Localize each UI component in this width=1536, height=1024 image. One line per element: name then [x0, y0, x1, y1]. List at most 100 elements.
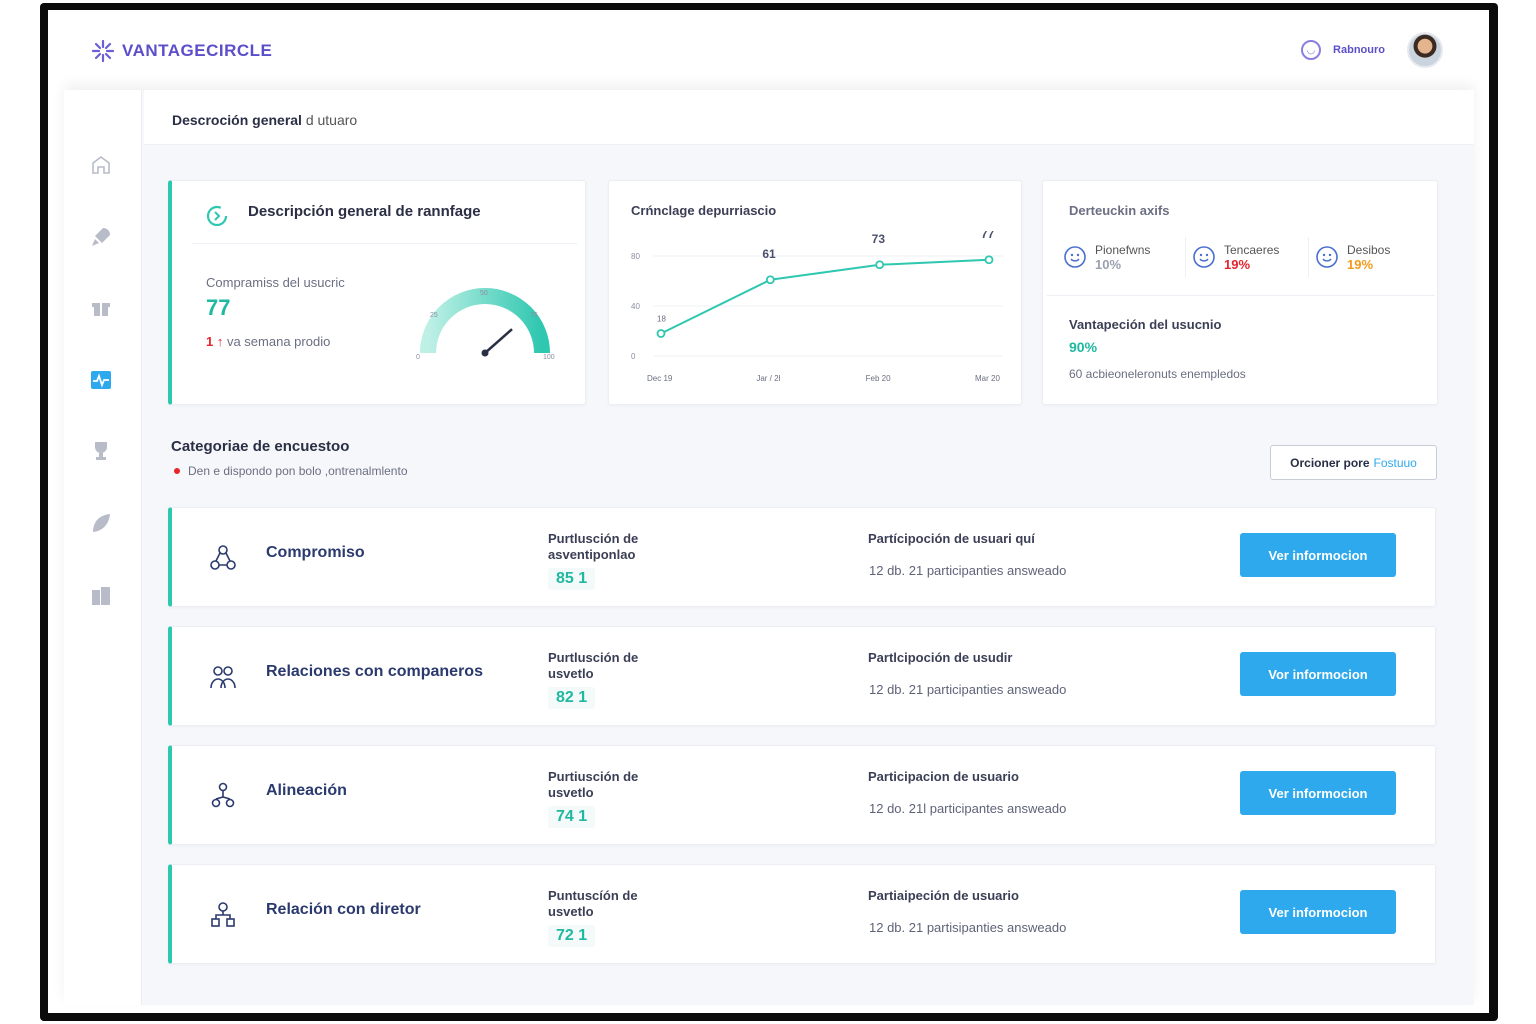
data-label: 77 — [981, 231, 995, 241]
user-menu[interactable]: ◡ Rabnouro — [1301, 32, 1443, 68]
score-value: 72 1 — [548, 925, 596, 947]
category-name: Compromiso — [266, 544, 365, 561]
alignment-icon — [206, 779, 240, 813]
engagement-value: 77 — [206, 295, 231, 320]
data-label: 73 — [872, 232, 886, 246]
peers-icon — [206, 660, 240, 694]
change-prefix: 1 ↑ — [206, 334, 224, 349]
sort-value: Fostuuo — [1373, 455, 1417, 470]
data-point — [656, 329, 666, 338]
score-value: 82 1 — [548, 687, 596, 709]
category-name: Relación con diretor — [266, 901, 421, 918]
sentiment-value: 10% — [1095, 256, 1122, 272]
screen: VANTAGECIRCLE ◡ Rabnouro Descroción gene… — [48, 10, 1489, 1013]
participation-value: 12 db. 21 partisipanties answeado — [869, 920, 1067, 935]
pulse-icon[interactable] — [88, 367, 114, 393]
survey-row: Relaciones con companeros Purtlusción de … — [168, 626, 1436, 726]
participation-value: 12 db. 21 participanties answeado — [869, 682, 1067, 697]
trend-chart: 80 40 0 18 Dec 19 61 Jar / 2l 73 Feb 20 77 Mar 20 — [631, 231, 1003, 383]
participation-value: 12 db. 21 participanties answeado — [869, 563, 1067, 578]
trend-card: Crńnclage depurriascio 80 40 0 18 Dec 19 61 Ja… — [608, 180, 1022, 405]
survey-row: Alineación Purtiusción de usvetlo 74 1 Part… — [168, 745, 1436, 845]
leaf-icon[interactable] — [88, 510, 114, 536]
data-label: 61 — [762, 247, 776, 261]
sentiment-text: Pionefwns 10% — [1095, 243, 1150, 272]
trend-title: Crńnclage depurriascio — [631, 203, 777, 218]
sentiment-text: Tencaeres 19% — [1224, 243, 1279, 272]
sentiment-item: Pionefwns 10% — [1063, 237, 1186, 277]
survey-subtitle: Den e dispondo pon bolo ,ontrenalmlento — [174, 464, 408, 478]
survey-title: Categoriae de encuestoo — [171, 438, 350, 455]
participation-value: 12 do. 21l participantes answeado — [869, 801, 1067, 816]
brand-name: VANTAGECIRCLE — [122, 41, 273, 60]
view-info-button[interactable]: Ver informocion — [1240, 771, 1396, 815]
category-name: Relaciones con companeros — [266, 663, 483, 680]
sentiment-value: 19% — [1224, 256, 1251, 272]
gauge-min-label: 0 — [416, 354, 420, 361]
data-point — [984, 255, 994, 265]
avatar[interactable] — [1407, 32, 1443, 68]
participation-note: 60 acbieoneleronuts enempledos — [1069, 367, 1246, 381]
participation-label: Participacion de usuario — [868, 769, 1019, 784]
score-value: 74 1 — [548, 806, 596, 828]
view-info-button[interactable]: Vor informocion — [1240, 652, 1396, 696]
page-title-main: Descroción general — [172, 112, 302, 128]
gift-icon[interactable] — [88, 294, 114, 320]
x-tick-label: Mar 20 — [975, 374, 1000, 383]
participation-label: Partiaipeción de usuario — [868, 888, 1019, 903]
divider — [1047, 295, 1435, 296]
participation-label: Partlcipoción de usudir — [868, 650, 1013, 665]
engagement-change: 1 ↑ va semana prodio — [206, 334, 330, 349]
y-tick-label: 0 — [631, 352, 636, 361]
participation-value: 90% — [1069, 339, 1098, 355]
user-circle-icon: ◡ — [1301, 40, 1322, 60]
overview-title: Descripción general de rannfage — [248, 203, 481, 220]
view-info-button[interactable]: Ver informocion — [1240, 533, 1396, 577]
refresh-gauge-icon — [206, 205, 228, 227]
page-title: Descroción general d utuaro — [172, 112, 357, 128]
sentiment-label: Desibos — [1347, 242, 1391, 257]
status-dot — [174, 468, 180, 474]
sentiment-item: Desibos 19% — [1309, 237, 1432, 277]
data-point — [765, 275, 775, 285]
home-icon[interactable] — [88, 152, 114, 178]
sidebar — [64, 90, 142, 1005]
top-bar: VANTAGECIRCLE ◡ Rabnouro — [48, 10, 1489, 90]
smiley-icon — [1316, 246, 1338, 268]
sentiment-label: Pionefwns — [1095, 242, 1151, 257]
engagement-gauge: 0 25 50 75 100 — [416, 288, 555, 361]
survey-row: Relación con diretor Puntuscíón de usvetl… — [168, 864, 1436, 964]
divider — [192, 243, 577, 244]
building-icon[interactable] — [88, 583, 114, 609]
gauge-75-label: 75 — [530, 312, 538, 319]
vantagecircle-logo-icon — [91, 39, 115, 63]
gauge-max-label: 100 — [543, 354, 555, 361]
y-tick-label: 80 — [631, 252, 640, 261]
sentiment-list: Pionefwns 10% Tencaeres 19% Desibos 19% — [1063, 237, 1433, 277]
trophy-icon[interactable] — [88, 438, 114, 464]
rocket-icon[interactable] — [88, 224, 114, 250]
survey-subtitle-text: Den e dispondo pon bolo ,ontrenalmlento — [188, 464, 408, 478]
category-name: Alineación — [266, 782, 347, 799]
y-tick-label: 40 — [631, 302, 640, 311]
participation-label: Partícipoción de usuari quí — [868, 531, 1035, 546]
change-text: va semana prodio — [226, 334, 331, 349]
manager-icon — [206, 898, 240, 932]
view-info-button[interactable]: Ver informocion — [1240, 890, 1396, 934]
series-line — [660, 258, 990, 335]
brand-logo[interactable]: VANTAGECIRCLE — [90, 38, 272, 64]
app-body: Descroción general d utuaro Descripción … — [64, 90, 1474, 1005]
score-label: Puntuscíón de usvetlo — [548, 888, 638, 919]
page-subtitle: d utuaro — [305, 112, 358, 128]
page-header: Descroción general d utuaro — [144, 90, 1474, 145]
sort-dropdown[interactable]: Orcioner pore Fostuuo — [1270, 445, 1437, 480]
score-label: Purtiusción de usvetlo — [548, 769, 639, 800]
sort-label: Orcioner pore — [1290, 455, 1370, 470]
engagement-icon — [206, 541, 240, 575]
sentiment-title: Derteuckin axifs — [1069, 203, 1170, 218]
score-label: Purtlusción de usvetlo — [548, 650, 639, 681]
smiley-icon — [1193, 246, 1215, 268]
participation-label: Vantapeción del usucnio — [1069, 317, 1222, 332]
x-tick-label: Jar / 2l — [756, 374, 780, 383]
data-point — [875, 260, 885, 270]
